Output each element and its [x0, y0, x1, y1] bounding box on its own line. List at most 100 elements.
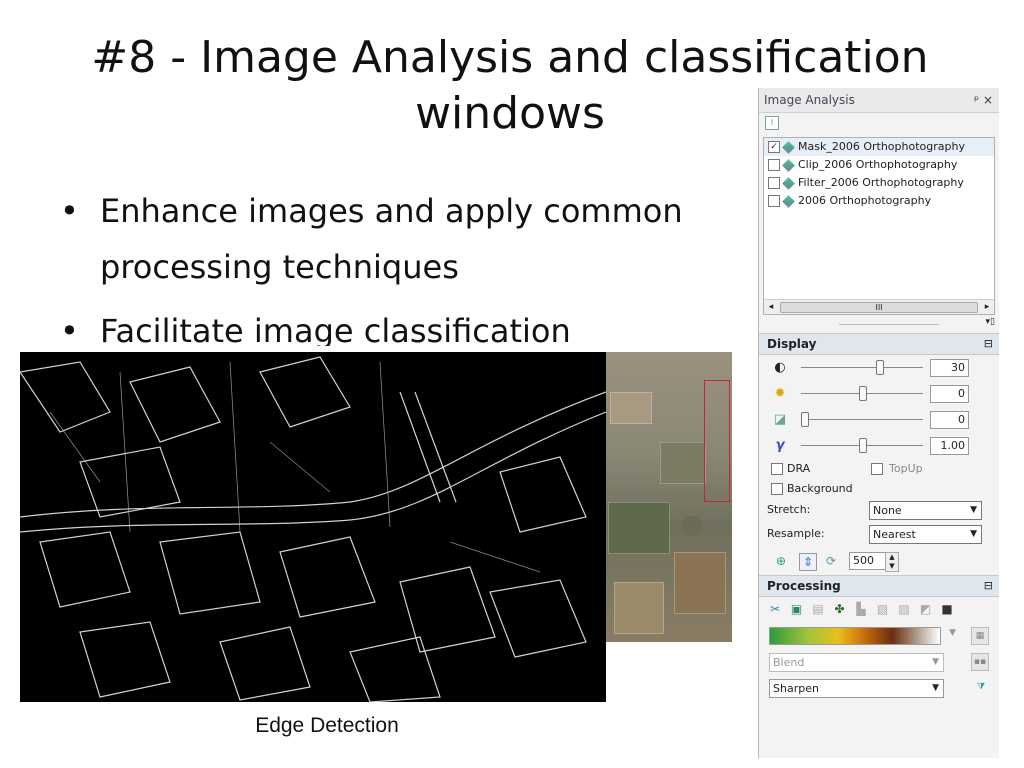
- sharpen-value: Sharpen: [773, 682, 819, 695]
- sharpen-dropdown[interactable]: Sharpen ▼: [769, 679, 944, 698]
- display-section-title: Display: [767, 337, 817, 351]
- slide-title-line-1: #8 - Image Analysis and classification: [91, 32, 929, 83]
- splitter-buttons[interactable]: ▾▯: [986, 317, 995, 327]
- scale-stepper[interactable]: ▲ ▼: [885, 552, 899, 572]
- analysis-tool-icon[interactable]: ✂: [767, 601, 783, 617]
- layer-item[interactable]: ✓ Mask_2006 Orthophotography: [764, 138, 994, 156]
- slider-track: [801, 419, 923, 420]
- scroll-right-icon[interactable]: ▸: [980, 300, 994, 314]
- sharpen-apply-icon[interactable]: ⧩: [973, 679, 989, 695]
- blend-row: Blend ▼ ▪▪: [759, 649, 999, 675]
- transparency-value[interactable]: 0: [930, 411, 969, 429]
- layer-item[interactable]: 2006 Orthophotography: [764, 192, 994, 210]
- display-section-header[interactable]: Display ⊟: [759, 333, 999, 355]
- raster-layer-icon: [782, 176, 795, 190]
- background-label: Background: [787, 482, 853, 495]
- image-analysis-window: Image Analysis ᵖ × ⁝ ✓ Mask_2006 Orthopho…: [758, 88, 999, 758]
- chevron-down-icon: ▼: [932, 657, 939, 667]
- field-patch: [674, 552, 726, 614]
- panel-splitter[interactable]: ▾▯: [759, 315, 999, 333]
- transparency-icon: ◪: [773, 412, 787, 427]
- chevron-down-icon: ▼: [949, 628, 956, 638]
- processing-section-header[interactable]: Processing ⊟: [759, 575, 999, 597]
- color-ramp-dropdown[interactable]: ▼: [769, 627, 956, 645]
- orthorectify-icon[interactable]: ▨: [896, 601, 912, 617]
- resample-dropdown[interactable]: Nearest ▼: [869, 525, 982, 544]
- layer-label: Clip_2006 Orthophotography: [798, 158, 958, 171]
- background-row: Background: [759, 479, 999, 499]
- contrast-slider[interactable]: [876, 360, 885, 375]
- colormap-icon[interactable]: ▦: [971, 627, 989, 645]
- topup-checkbox[interactable]: [871, 463, 883, 475]
- bullet-dot: •: [60, 312, 79, 350]
- brightness-value[interactable]: 0: [930, 385, 969, 403]
- bullet-2: • Facilitate image classification: [60, 312, 760, 352]
- blend-dropdown[interactable]: Blend ▼: [769, 653, 944, 672]
- raster-layer-icon: [782, 158, 795, 172]
- dra-label: DRA: [787, 462, 811, 475]
- save-icon[interactable]: ■: [939, 601, 955, 617]
- brightness-icon: ✹: [774, 386, 786, 401]
- mask-icon[interactable]: ▤: [810, 601, 826, 617]
- sharpen-row: Sharpen ▼ ⧩: [759, 675, 999, 701]
- color-ramp-row: ▼ ▦: [759, 623, 999, 649]
- collapse-icon[interactable]: ⊟: [984, 334, 993, 354]
- horizontal-scrollbar[interactable]: ◂ III ▸: [764, 299, 994, 314]
- transparency-row: ◪ 0: [759, 407, 999, 433]
- slider-track: [801, 367, 923, 368]
- clip-icon[interactable]: ▣: [789, 601, 805, 617]
- hillshade-icon[interactable]: ▙: [853, 601, 869, 617]
- blend-value: Blend: [773, 656, 805, 669]
- aerial-orthophoto-image: [600, 352, 732, 642]
- list-options-icon[interactable]: ⁝: [765, 116, 779, 130]
- raster-layer-icon: [782, 194, 795, 208]
- layer-toolbar: ⁝: [759, 113, 999, 137]
- background-checkbox[interactable]: [771, 483, 783, 495]
- transparency-slider[interactable]: [801, 412, 809, 427]
- collapse-icon[interactable]: ⊟: [984, 576, 993, 596]
- gamma-value[interactable]: 1.00: [930, 437, 969, 455]
- zoom-scale-icon[interactable]: ⟳: [823, 553, 839, 569]
- layer-label: Mask_2006 Orthophotography: [798, 140, 965, 153]
- brightness-slider[interactable]: [859, 386, 867, 401]
- contrast-icon: ◐: [774, 360, 786, 375]
- pin-close-controls[interactable]: ᵖ ×: [974, 88, 993, 112]
- bullet-1-line-2: processing techniques: [100, 248, 459, 286]
- edge-detection-graphic: [20, 356, 606, 702]
- mosaic-icon[interactable]: ▧: [875, 601, 891, 617]
- scroll-thumb[interactable]: III: [780, 302, 978, 313]
- scroll-left-icon[interactable]: ◂: [764, 300, 778, 314]
- gamma-icon: γ: [775, 438, 785, 453]
- gamma-slider[interactable]: [859, 438, 867, 453]
- scale-input[interactable]: 500: [849, 552, 886, 570]
- bullet-1: • Enhance images and apply common proces…: [60, 192, 760, 286]
- stretch-dropdown[interactable]: None ▼: [869, 501, 982, 520]
- topup-label: TopUp: [889, 462, 923, 475]
- chevron-down-icon: ▼: [970, 529, 977, 539]
- add-layer-icon[interactable]: ⊕: [773, 553, 789, 569]
- resample-label: Resample:: [767, 527, 825, 540]
- fit-extent-icon[interactable]: ⇕: [799, 553, 817, 571]
- differencing-icon[interactable]: ◩: [918, 601, 934, 617]
- layer-checkbox[interactable]: [768, 159, 780, 171]
- layer-checkbox[interactable]: [768, 195, 780, 207]
- display-tools-row: ⊕ ⇕ ⟳ 500 ▲ ▼: [759, 547, 999, 575]
- layer-label: 2006 Orthophotography: [798, 194, 932, 207]
- resample-value: Nearest: [873, 528, 916, 541]
- layer-checkbox[interactable]: ✓: [768, 141, 780, 153]
- dra-checkbox[interactable]: [771, 463, 783, 475]
- field-patch: [610, 392, 652, 424]
- chevron-down-icon: ▼: [970, 505, 977, 515]
- blend-apply-icon[interactable]: ▪▪: [971, 653, 989, 671]
- window-title: Image Analysis: [764, 93, 855, 107]
- bullet-1-line-1: Enhance images and apply common: [100, 192, 683, 230]
- layer-list: ✓ Mask_2006 Orthophotography Clip_2006 Or…: [763, 137, 995, 315]
- ndvi-icon[interactable]: ✤: [832, 601, 848, 617]
- bullet-dot: •: [60, 192, 79, 230]
- chevron-down-icon: ▼: [932, 683, 939, 693]
- layer-item[interactable]: Clip_2006 Orthophotography: [764, 156, 994, 174]
- layer-item[interactable]: Filter_2006 Orthophotography: [764, 174, 994, 192]
- processing-section-title: Processing: [767, 579, 841, 593]
- layer-checkbox[interactable]: [768, 177, 780, 189]
- contrast-value[interactable]: 30: [930, 359, 969, 377]
